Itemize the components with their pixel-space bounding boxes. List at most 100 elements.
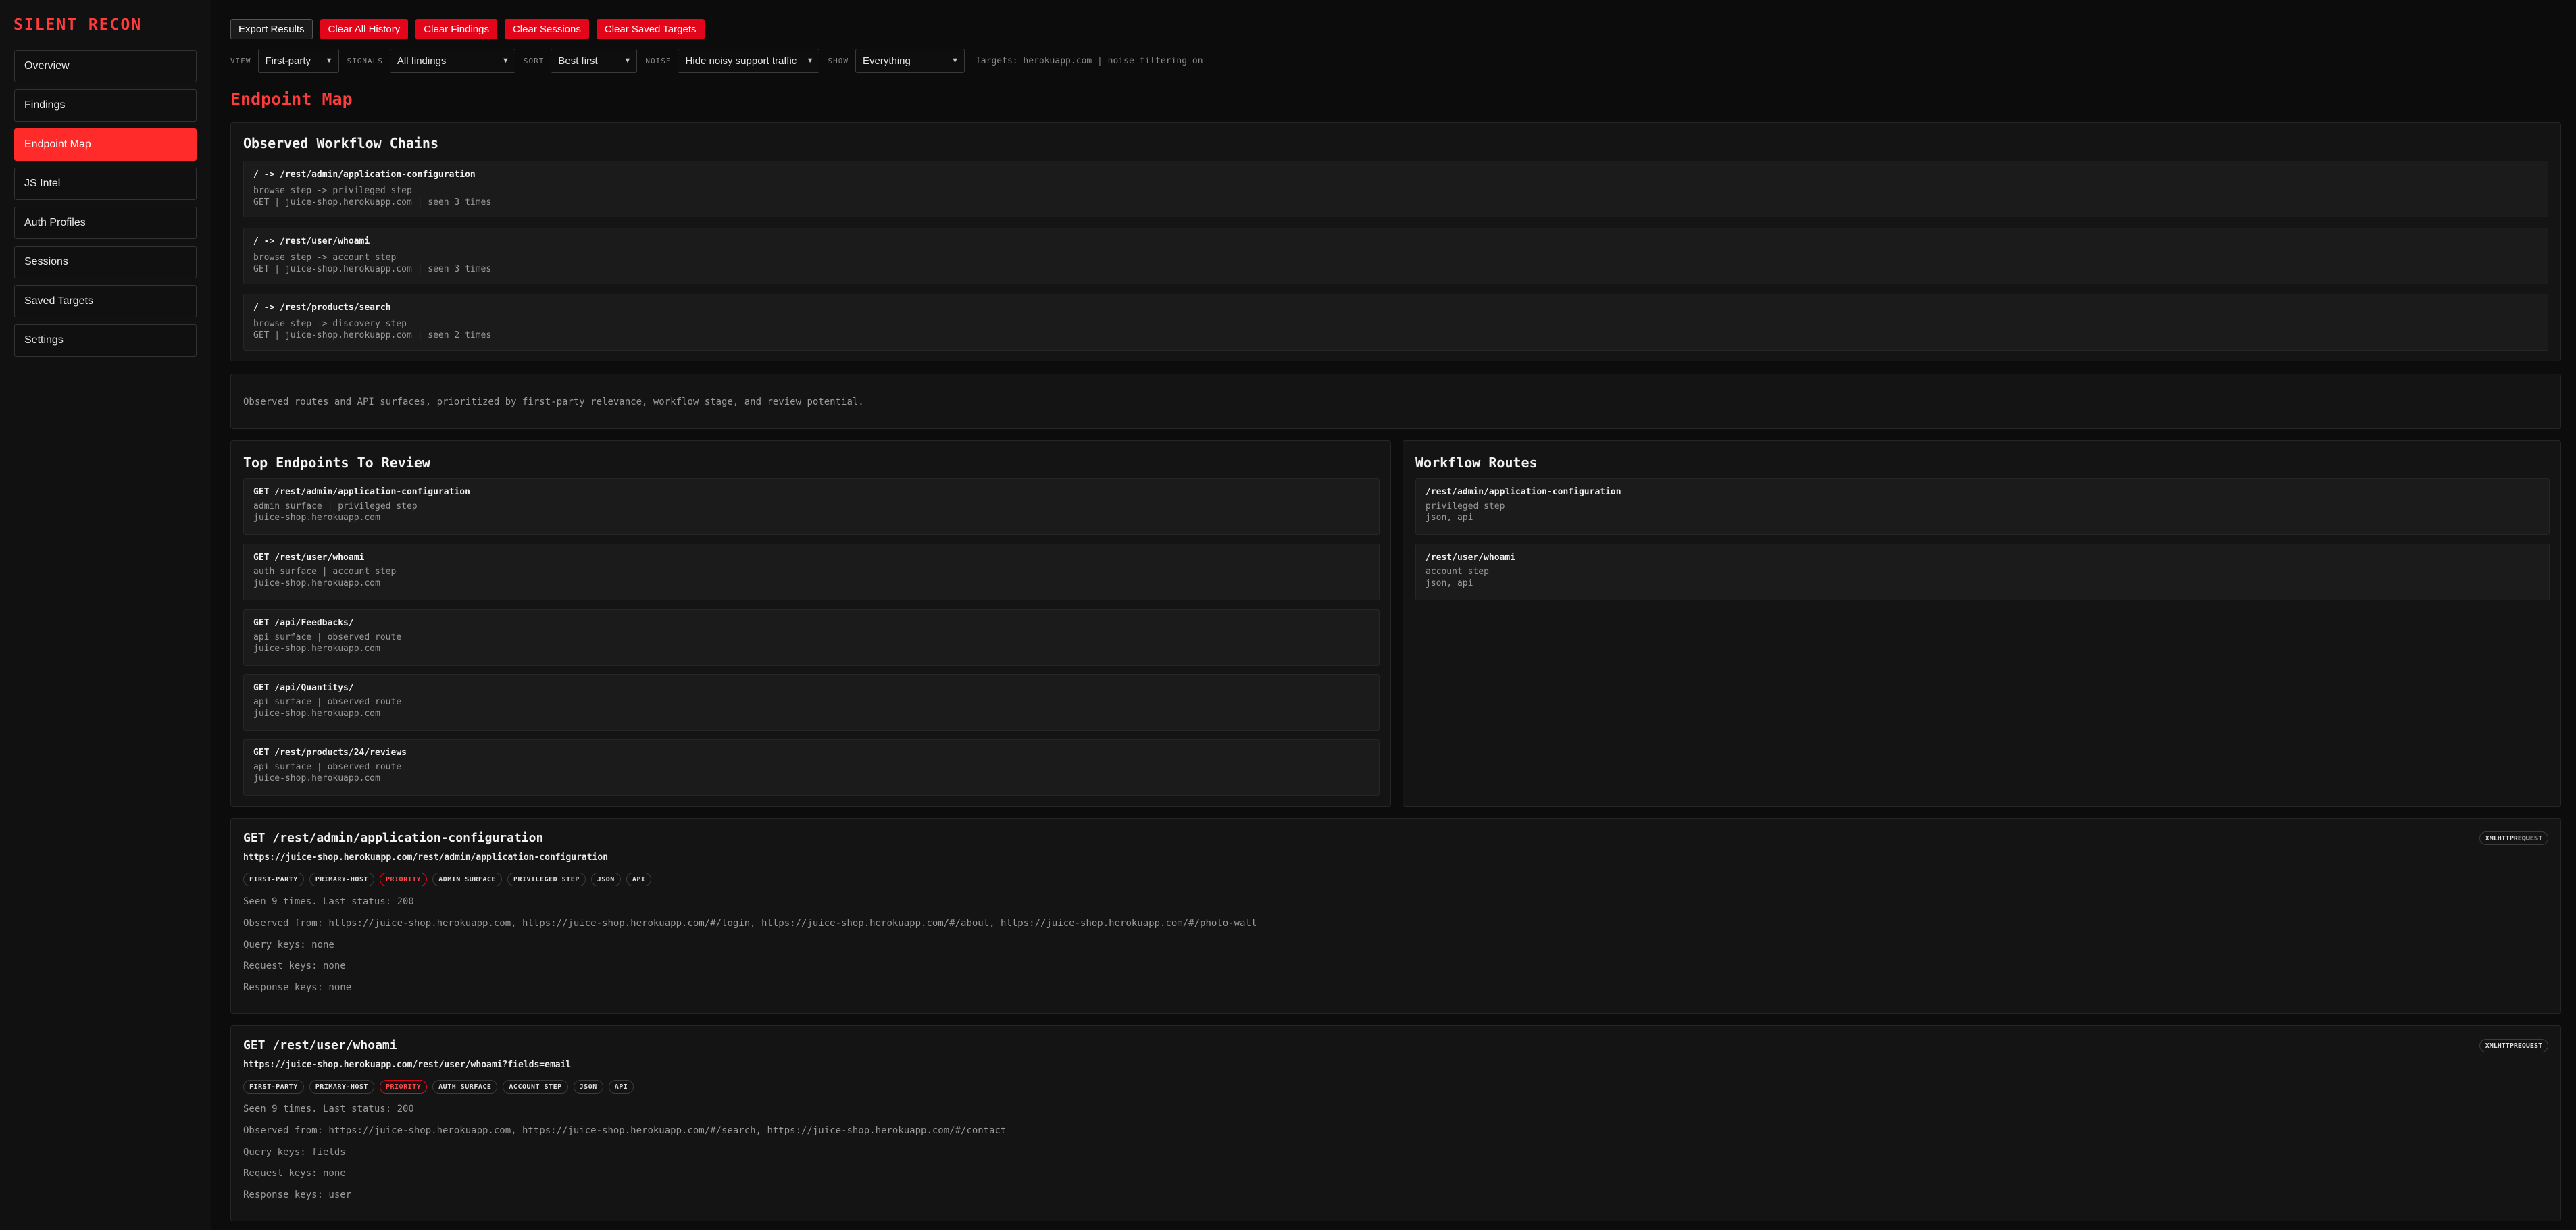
seen-info: Seen 9 times. Last status: 200	[243, 1104, 414, 1114]
chevron-down-icon: ▼	[501, 57, 509, 65]
clear-findings-button[interactable]: Clear Findings	[415, 19, 497, 39]
endpoint-detail-title: GET /rest/user/whoami	[243, 1038, 397, 1052]
sidebar-item-endpoint-map[interactable]: Endpoint Map	[14, 128, 197, 161]
priority-tag: PRIORITY	[379, 873, 428, 886]
endpoint-detail-card[interactable]: GET /rest/admin/application-configuratio…	[230, 818, 2561, 1014]
route-title: /rest/admin/application-configuration	[1425, 487, 1621, 497]
filter-bar: VIEW First-party ▼ SIGNALS All findings …	[230, 49, 1203, 73]
tag: AUTH SURFACE	[432, 1080, 498, 1094]
tag-list: FIRST-PARTY PRIMARY-HOST PRIORITY AUTH S…	[243, 1080, 634, 1094]
sidebar-item-settings[interactable]: Settings	[14, 324, 197, 357]
list-item[interactable]: GET /rest/admin/application-configuratio…	[243, 478, 1380, 535]
list-item[interactable]: /rest/admin/application-configuration pr…	[1415, 478, 2550, 535]
view-select[interactable]: First-party ▼	[257, 49, 339, 73]
endpoint-host: juice-shop.herokuapp.com	[253, 578, 380, 588]
panel-title: Top Endpoints To Review	[243, 455, 430, 471]
endpoint-url[interactable]: https://juice-shop.herokuapp.com/rest/ad…	[243, 852, 608, 863]
seen-info: Seen 9 times. Last status: 200	[243, 896, 414, 907]
show-label: SHOW	[828, 56, 849, 66]
sidebar-item-auth-profiles[interactable]: Auth Profiles	[14, 207, 197, 239]
list-item[interactable]: GET /api/Feedbacks/ api surface | observ…	[243, 609, 1380, 666]
request-type-badge: XMLHTTPREQUEST	[2479, 1039, 2548, 1052]
tag: FIRST-PARTY	[243, 873, 304, 886]
list-item[interactable]: GET /rest/products/24/reviews api surfac…	[243, 739, 1380, 796]
endpoint-surface: api surface | observed route	[253, 697, 402, 707]
noise-select[interactable]: Hide noisy support traffic ▼	[678, 49, 820, 73]
endpoint-detail-card[interactable]: GET /rest/user/whoami XMLHTTPREQUEST htt…	[230, 1025, 2561, 1221]
list-item[interactable]: GET /rest/user/whoami auth surface | acc…	[243, 544, 1380, 600]
panel-title: Workflow Routes	[1415, 455, 1538, 471]
show-select[interactable]: Everything ▼	[855, 49, 965, 73]
request-keys: Request keys: none	[243, 1168, 346, 1179]
endpoint-url[interactable]: https://juice-shop.herokuapp.com/rest/us…	[243, 1060, 571, 1070]
chain-meta: GET | juice-shop.herokuapp.com | seen 3 …	[253, 197, 492, 207]
clear-sessions-button[interactable]: Clear Sessions	[504, 19, 589, 39]
observed-from: Observed from: https://juice-shop.heroku…	[243, 918, 1257, 929]
endpoint-title: GET /api/Feedbacks/	[253, 618, 354, 628]
endpoint-title: GET /rest/admin/application-configuratio…	[253, 487, 470, 497]
endpoint-surface: admin surface | privileged step	[253, 501, 418, 511]
route-title: /rest/user/whoami	[1425, 553, 1516, 563]
page-title: Endpoint Map	[230, 89, 353, 109]
tag: FIRST-PARTY	[243, 1080, 304, 1094]
route-step: privileged step	[1425, 501, 1505, 511]
endpoint-title: GET /rest/products/24/reviews	[253, 748, 407, 758]
workflow-routes-panel: Workflow Routes /rest/admin/application-…	[1403, 440, 2561, 807]
chevron-down-icon: ▼	[806, 57, 814, 65]
request-keys: Request keys: none	[243, 960, 346, 971]
chevron-down-icon: ▼	[951, 57, 959, 65]
query-keys: Query keys: none	[243, 940, 334, 950]
endpoint-host: juice-shop.herokuapp.com	[253, 709, 380, 719]
chain-meta: GET | juice-shop.herokuapp.com | seen 3 …	[253, 264, 492, 274]
route-types: json, api	[1425, 513, 1473, 523]
tag: API	[608, 1080, 634, 1094]
export-results-button[interactable]: Export Results	[230, 19, 313, 39]
chevron-down-icon: ▼	[325, 57, 333, 65]
noise-label: NOISE	[645, 56, 672, 66]
list-item[interactable]: GET /api/Quantitys/ api surface | observ…	[243, 674, 1380, 731]
priority-tag: PRIORITY	[379, 1080, 428, 1094]
list-item[interactable]: / -> /rest/admin/application-configurati…	[243, 161, 2548, 217]
chain-title: / -> /rest/products/search	[253, 303, 391, 313]
list-item[interactable]: / -> /rest/products/search browse step -…	[243, 294, 2548, 351]
signals-select[interactable]: All findings ▼	[389, 49, 515, 73]
chevron-down-icon: ▼	[624, 57, 632, 65]
sort-select[interactable]: Best first ▼	[551, 49, 638, 73]
sort-select-value: Best first	[558, 55, 598, 67]
sidebar-item-overview[interactable]: Overview	[14, 50, 197, 82]
query-keys: Query keys: fields	[243, 1147, 346, 1158]
route-types: json, api	[1425, 578, 1473, 588]
endpoint-detail-title: GET /rest/admin/application-configuratio…	[243, 831, 544, 845]
sidebar-nav: Overview Findings Endpoint Map JS Intel …	[14, 50, 197, 363]
list-item[interactable]: / -> /rest/user/whoami browse step -> ac…	[243, 228, 2548, 284]
list-item[interactable]: /rest/user/whoami account step json, api	[1415, 544, 2550, 600]
description-panel: Observed routes and API surfaces, priori…	[230, 374, 2561, 429]
chain-steps: browse step -> account step	[253, 253, 397, 263]
tag: PRIVILEGED STEP	[507, 873, 586, 886]
request-type-badge: XMLHTTPREQUEST	[2479, 831, 2548, 845]
signals-label: SIGNALS	[347, 56, 383, 66]
tag: JSON	[590, 873, 621, 886]
noise-select-value: Hide noisy support traffic	[685, 55, 797, 67]
tag: API	[626, 873, 652, 886]
chain-title: / -> /rest/admin/application-configurati…	[253, 170, 476, 180]
endpoint-title: GET /api/Quantitys/	[253, 683, 354, 693]
tag: ADMIN SURFACE	[432, 873, 502, 886]
sort-label: SORT	[523, 56, 545, 66]
route-step: account step	[1425, 567, 1489, 577]
sidebar-item-findings[interactable]: Findings	[14, 89, 197, 122]
tag: PRIMARY-HOST	[309, 1080, 374, 1094]
clear-all-history-button[interactable]: Clear All History	[320, 19, 409, 39]
tag: PRIMARY-HOST	[309, 873, 374, 886]
clear-saved-targets-button[interactable]: Clear Saved Targets	[596, 19, 705, 39]
filter-status-text: Targets: herokuapp.com | noise filtering…	[975, 55, 1203, 66]
chain-steps: browse step -> privileged step	[253, 186, 412, 196]
endpoint-host: juice-shop.herokuapp.com	[253, 773, 380, 784]
sidebar-item-saved-targets[interactable]: Saved Targets	[14, 285, 197, 317]
signals-select-value: All findings	[397, 55, 447, 67]
tag: JSON	[573, 1080, 603, 1094]
tag: ACCOUNT STEP	[503, 1080, 568, 1094]
sidebar-item-sessions[interactable]: Sessions	[14, 246, 197, 278]
endpoint-host: juice-shop.herokuapp.com	[253, 644, 380, 654]
sidebar-item-js-intel[interactable]: JS Intel	[14, 168, 197, 200]
